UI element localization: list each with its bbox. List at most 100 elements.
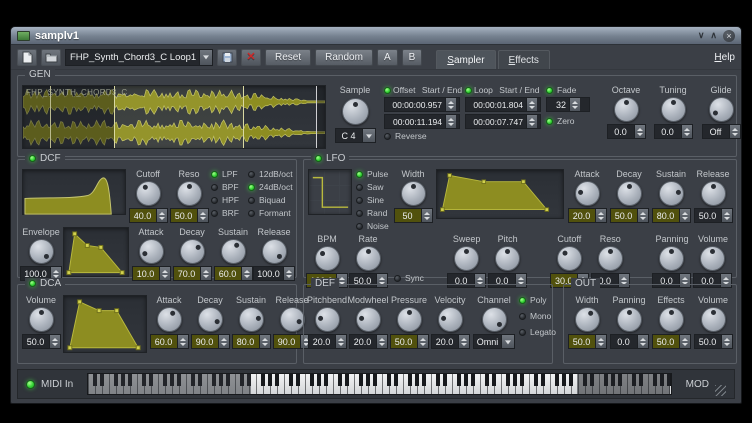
spin-buttons[interactable]: [177, 335, 188, 348]
velocity-spin[interactable]: 20.0: [431, 334, 470, 349]
tab-sampler[interactable]: Sampler: [436, 50, 495, 69]
octave-spin[interactable]: 0.0: [607, 124, 646, 139]
spin-buttons[interactable]: [569, 98, 580, 111]
spin-buttons[interactable]: [159, 267, 170, 280]
spin-buttons[interactable]: [634, 125, 645, 138]
spin-buttons[interactable]: [721, 209, 732, 222]
radio-formant[interactable]: Formant: [248, 208, 300, 218]
midi-in-led[interactable]: [26, 380, 35, 389]
dcf-release-spin[interactable]: 100.0: [253, 266, 295, 281]
titlebar[interactable]: samplv1 ∨ ∧ ×: [11, 27, 741, 45]
spin-buttons[interactable]: [445, 115, 456, 128]
lfo-wave-display[interactable]: [308, 169, 352, 215]
dca-sustain-spin[interactable]: 80.0: [232, 334, 271, 349]
pitchbend-knob[interactable]: [315, 307, 340, 332]
dcf-envelope-knob[interactable]: [29, 239, 54, 264]
offset-start-spin[interactable]: 00:00:00.957: [384, 97, 460, 112]
loop-end-marker[interactable]: [243, 86, 244, 148]
delete-preset-button[interactable]: ✕: [241, 49, 261, 66]
reverse-toggle[interactable]: Reverse: [384, 131, 460, 141]
tab-effects[interactable]: Effects: [498, 50, 550, 69]
spin-buttons[interactable]: [241, 267, 252, 280]
radio-mono[interactable]: Mono: [519, 311, 563, 321]
dca-attack-spin[interactable]: 60.0: [150, 334, 189, 349]
dca-decay-knob[interactable]: [198, 307, 223, 332]
lfo-bpm-knob[interactable]: [315, 246, 340, 271]
spin-buttons[interactable]: [421, 209, 432, 222]
spin-buttons[interactable]: [259, 335, 270, 348]
lfo-sustain-knob[interactable]: [659, 181, 684, 206]
spin-buttons[interactable]: [197, 209, 208, 222]
lfo-decay-knob[interactable]: [617, 181, 642, 206]
dcf-envelope-display[interactable]: [63, 227, 129, 277]
lfo-sustain-spin[interactable]: 80.0: [652, 208, 691, 223]
dcf-attack-knob[interactable]: [139, 239, 164, 264]
out-effects-knob[interactable]: [659, 307, 684, 332]
radio-bpf[interactable]: BPF: [211, 182, 245, 192]
spin-buttons[interactable]: [679, 209, 690, 222]
glide-knob[interactable]: [709, 97, 734, 122]
out-panning-knob[interactable]: [617, 307, 642, 332]
spin-buttons[interactable]: [729, 125, 740, 138]
dcf-reso-spin[interactable]: 50.0: [170, 208, 209, 223]
sample-knob[interactable]: [342, 98, 369, 125]
spin-buttons[interactable]: [200, 267, 211, 280]
radio-poly[interactable]: Poly: [519, 295, 563, 305]
lfo-pitch-knob[interactable]: [495, 246, 520, 271]
radio-biquad[interactable]: Biquad: [248, 195, 300, 205]
dcf-reso-knob[interactable]: [177, 181, 202, 206]
preset-dropdown-icon[interactable]: [199, 50, 212, 65]
channel-combo[interactable]: Omni: [473, 334, 516, 349]
spin-buttons[interactable]: [526, 115, 537, 128]
lfo-decay-spin[interactable]: 50.0: [610, 208, 649, 223]
dca-attack-knob[interactable]: [157, 307, 182, 332]
radio-brf[interactable]: BRF: [211, 208, 245, 218]
dca-sustain-knob[interactable]: [239, 307, 264, 332]
dcf-decay-knob[interactable]: [180, 239, 205, 264]
piano-keyboard[interactable]: [87, 373, 671, 395]
out-volume-spin[interactable]: 50.0: [694, 334, 733, 349]
lfo-volume-knob[interactable]: [700, 246, 725, 271]
loop-start-spin[interactable]: 00:00:01.804: [465, 97, 541, 112]
maximize-icon[interactable]: ∧: [710, 31, 717, 40]
dcf-led[interactable]: [29, 155, 36, 162]
lfo-rate-knob[interactable]: [356, 246, 381, 271]
lfo-reso-knob[interactable]: [598, 246, 623, 271]
spin-buttons[interactable]: [679, 335, 690, 348]
channel-knob[interactable]: [482, 307, 507, 332]
open-preset-button[interactable]: [41, 49, 61, 66]
fade-led[interactable]: [546, 87, 553, 94]
radio-rand[interactable]: Rand: [356, 208, 390, 218]
spin-buttons[interactable]: [283, 267, 294, 280]
radio-24db[interactable]: 24dB/oct: [248, 182, 300, 192]
lfo-envelope-display[interactable]: [436, 169, 564, 219]
dcf-release-knob[interactable]: [262, 239, 287, 264]
help-button[interactable]: Help: [714, 52, 735, 63]
spin-buttons[interactable]: [156, 209, 167, 222]
out-volume-knob[interactable]: [701, 307, 726, 332]
sync-toggle[interactable]: Sync: [394, 273, 424, 283]
spin-buttons[interactable]: [681, 125, 692, 138]
pressure-knob[interactable]: [397, 307, 422, 332]
spin-buttons[interactable]: [458, 335, 469, 348]
radio-hpf[interactable]: HPF: [211, 195, 245, 205]
loop-end-spin[interactable]: 00:00:07.747: [465, 114, 541, 129]
lfo-release-spin[interactable]: 50.0: [694, 208, 733, 223]
minimize-icon[interactable]: ∨: [698, 31, 705, 40]
radio-sine[interactable]: Sine: [356, 195, 390, 205]
lfo-panning-knob[interactable]: [659, 246, 684, 271]
pressure-spin[interactable]: 50.0: [390, 334, 429, 349]
preset-combo[interactable]: FHP_Synth_Chord3_C Loop1: [65, 49, 213, 66]
lfo-release-knob[interactable]: [701, 181, 726, 206]
radio-legato[interactable]: Legato: [519, 327, 563, 337]
spin-buttons[interactable]: [445, 98, 456, 111]
dcf-cutoff-knob[interactable]: [136, 181, 161, 206]
sample-waveform-display[interactable]: FHP_SYNTH_CHORD3_C: [22, 85, 326, 149]
dcf-sustain-spin[interactable]: 60.0: [214, 266, 253, 281]
offset-end-spin[interactable]: 00:00:11.194: [384, 114, 460, 129]
spin-buttons[interactable]: [595, 335, 606, 348]
out-width-spin[interactable]: 50.0: [568, 334, 607, 349]
dcf-decay-spin[interactable]: 70.0: [173, 266, 212, 281]
dca-decay-spin[interactable]: 90.0: [191, 334, 230, 349]
radio-12db[interactable]: 12dB/oct: [248, 169, 300, 179]
